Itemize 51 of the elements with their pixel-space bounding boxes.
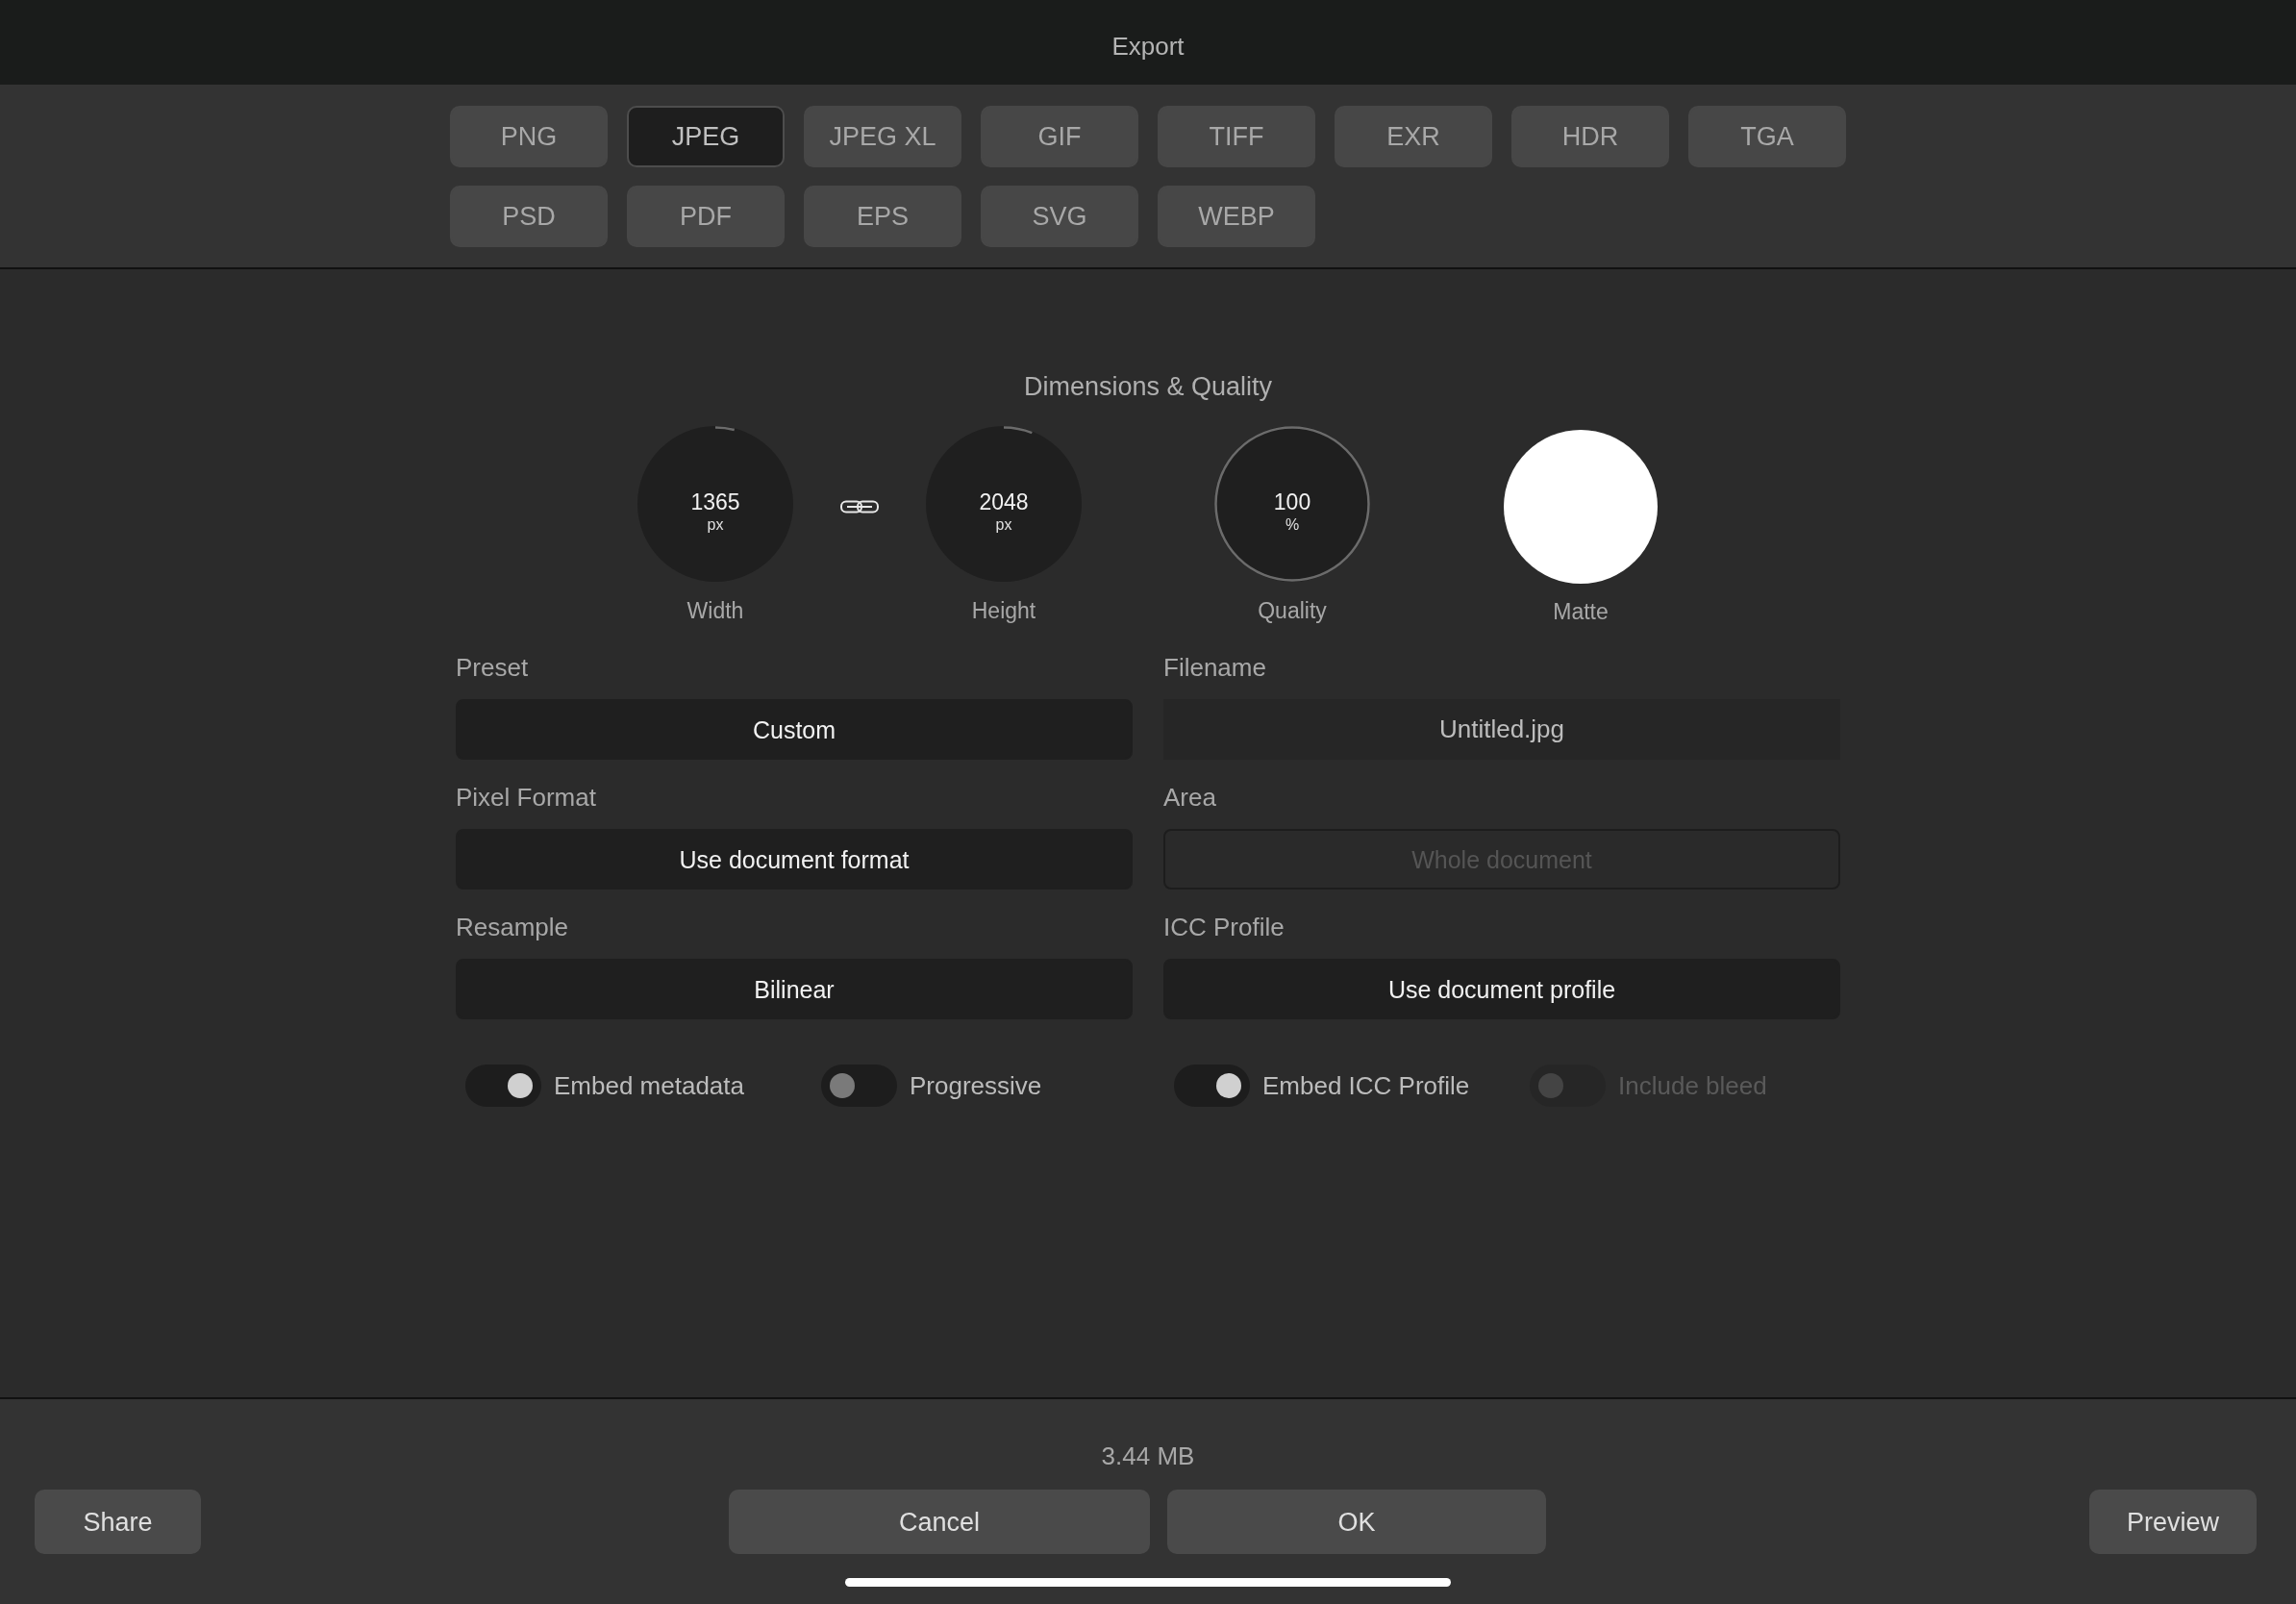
format-button[interactable]: PNG xyxy=(450,106,608,167)
section-title: Dimensions & Quality xyxy=(1023,371,1273,402)
dial-unit: % xyxy=(1285,516,1300,534)
select-button[interactable]: Use document profile xyxy=(1163,959,1840,1019)
toggle-label: Embed metadata xyxy=(554,1071,744,1100)
format-button[interactable]: WEBP xyxy=(1158,186,1315,247)
dial-unit: px xyxy=(995,516,1012,534)
select-button[interactable]: Use document format xyxy=(456,829,1133,890)
dial-label: Width xyxy=(686,597,744,624)
cancel-button[interactable]: Cancel xyxy=(729,1490,1150,1554)
toggle-label: Progressive xyxy=(910,1071,1042,1100)
share-button[interactable]: Share xyxy=(35,1490,201,1554)
select-button[interactable]: Custom xyxy=(456,699,1133,760)
dial-label: Matte xyxy=(1553,598,1609,625)
field-label: Area xyxy=(1163,783,1217,812)
dial-knob[interactable]: 1365 px xyxy=(637,426,793,582)
field-label: Preset xyxy=(456,653,530,682)
dial-value: 2048 xyxy=(979,489,1029,514)
dial-unit: px xyxy=(707,516,724,534)
ok-button[interactable]: OK xyxy=(1167,1490,1546,1554)
field-label: ICC Profile xyxy=(1163,913,1285,941)
format-button[interactable]: GIF xyxy=(981,106,1138,167)
dial-label: Height xyxy=(971,597,1036,624)
dial-label: Quality xyxy=(1258,597,1327,624)
toggle-switch[interactable] xyxy=(821,1065,897,1107)
dial-knob[interactable]: 100 % xyxy=(1214,426,1370,582)
dial-value: 100 xyxy=(1273,489,1311,514)
dial-knob[interactable]: 2048 px xyxy=(926,426,1082,582)
field-label: Pixel Format xyxy=(456,783,597,812)
field-label: Resample xyxy=(456,913,570,941)
format-button[interactable]: TIFF xyxy=(1158,106,1315,167)
format-button[interactable]: EXR xyxy=(1335,106,1492,167)
format-button[interactable]: SVG xyxy=(981,186,1138,247)
chain-link-icon[interactable] xyxy=(840,500,879,514)
text-field[interactable]: Untitled.jpg xyxy=(1163,699,1840,760)
dial-value: 1365 xyxy=(690,489,740,514)
format-button[interactable]: TGA xyxy=(1688,106,1846,167)
field-label: Filename xyxy=(1163,653,1267,682)
format-button[interactable]: PDF xyxy=(627,186,785,247)
format-button[interactable]: PSD xyxy=(450,186,608,247)
format-button[interactable]: JPEG xyxy=(627,106,785,167)
file-size-text: 3.44 MB xyxy=(1101,1441,1195,1470)
toggle-switch[interactable] xyxy=(1174,1065,1250,1107)
window-title: Export xyxy=(1111,32,1185,61)
format-button[interactable]: EPS xyxy=(804,186,961,247)
select-button[interactable]: Bilinear xyxy=(456,959,1133,1019)
format-button[interactable]: JPEG XL xyxy=(804,106,961,167)
format-button[interactable]: HDR xyxy=(1511,106,1669,167)
toggle-switch[interactable] xyxy=(465,1065,541,1107)
preview-button[interactable]: Preview xyxy=(2089,1490,2257,1554)
toggle-label: Embed ICC Profile xyxy=(1262,1071,1470,1100)
